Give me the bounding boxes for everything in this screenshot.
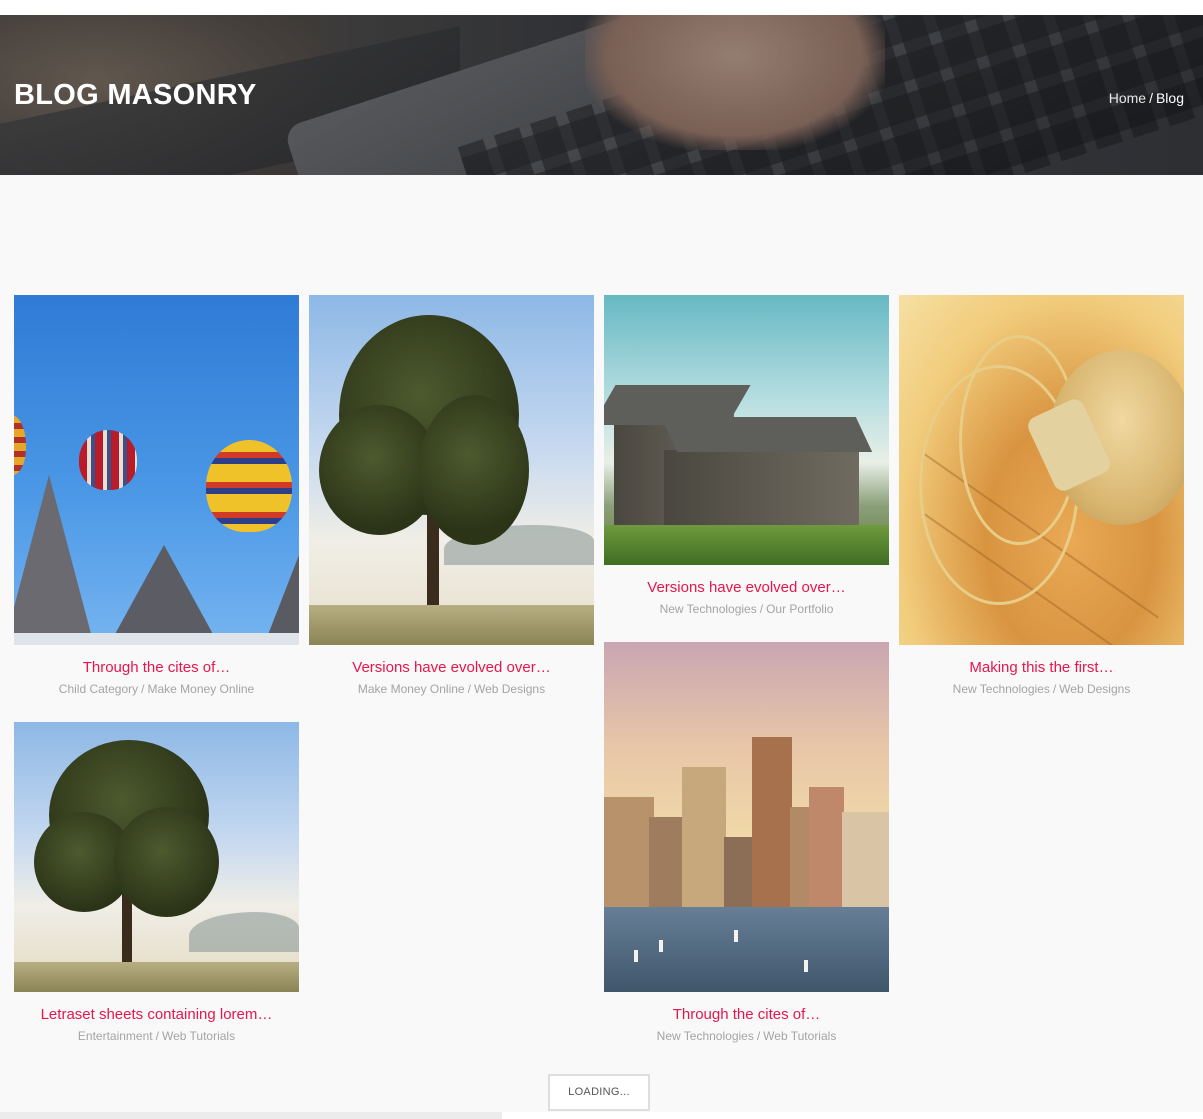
post-title-link[interactable]: Versions have evolved over… [309, 659, 594, 677]
category-separator: / [756, 1029, 761, 1043]
post-categories: Child Category / Make Money Online [14, 681, 299, 697]
post-title-link[interactable]: Letraset sheets containing lorem… [14, 1006, 299, 1024]
post-category-link[interactable]: New Technologies [660, 602, 757, 616]
post-category-link[interactable]: New Technologies [953, 682, 1050, 696]
breadcrumb: Home / Blog [1109, 90, 1184, 106]
post-category-link[interactable]: Web Tutorials [162, 1029, 235, 1043]
blog-post-card: Versions have evolved over… Make Money O… [309, 295, 594, 697]
footer-edge-left [0, 1112, 502, 1119]
post-category-link[interactable]: Web Tutorials [763, 1029, 836, 1043]
post-category-link[interactable]: Make Money Online [358, 682, 465, 696]
house-roof-shape [660, 417, 873, 452]
post-category-link[interactable]: Web Designs [474, 682, 545, 696]
sailboat-shape [634, 950, 638, 962]
category-separator: / [759, 602, 764, 616]
post-category-link[interactable]: Make Money Online [148, 682, 255, 696]
post-categories: Entertainment / Web Tutorials [14, 1028, 299, 1044]
sailboat-shape [804, 960, 808, 972]
footer-edge-right [502, 1112, 1203, 1119]
building-shape [809, 787, 844, 907]
rock-formation-shape [264, 555, 299, 645]
balloon-shape [14, 415, 26, 475]
field-ground-shape [309, 605, 594, 645]
post-title-link[interactable]: Through the cites of… [14, 659, 299, 677]
category-separator: / [1052, 682, 1057, 696]
load-more-button[interactable]: LOADING... [548, 1074, 650, 1111]
post-thumbnail-balloons[interactable] [14, 295, 299, 645]
post-thumbnail-tree[interactable] [309, 295, 594, 645]
post-thumbnail-headphones[interactable] [899, 295, 1184, 645]
post-category-link[interactable]: Our Portfolio [766, 602, 833, 616]
page-banner: BLOG MASONRY Home / Blog [0, 15, 1203, 175]
balloon-shape [206, 440, 292, 532]
post-thumbnail-tree[interactable] [14, 722, 299, 992]
blog-post-card: Through the cites of… New Technologies / W… [604, 642, 889, 1044]
grass-ground-shape [604, 525, 889, 565]
post-categories: New Technologies / Web Tutorials [604, 1028, 889, 1044]
post-category-link[interactable]: Entertainment [78, 1029, 153, 1043]
category-separator: / [467, 682, 471, 696]
post-categories: New Technologies / Web Designs [899, 681, 1184, 697]
post-category-link[interactable]: Web Designs [1059, 682, 1130, 696]
blog-post-card: Versions have evolved over… New Technolo… [604, 295, 889, 617]
building-shape [682, 767, 726, 907]
building-shape [604, 797, 654, 907]
post-category-link[interactable]: Child Category [59, 682, 138, 696]
building-shape [649, 817, 684, 907]
blog-post-card: Making this the first… New Technologies /… [899, 295, 1184, 697]
post-thumbnail-house[interactable] [604, 295, 889, 565]
blog-post-card: Through the cites of… Child Category / Mak… [14, 295, 299, 697]
category-separator: / [141, 682, 145, 696]
tree-canopy-shape [114, 807, 219, 917]
top-strip [0, 0, 1203, 15]
post-title-link[interactable]: Making this the first… [899, 659, 1184, 677]
snow-ground-shape [14, 633, 299, 645]
post-category-link[interactable]: New Technologies [657, 1029, 754, 1043]
building-shape [724, 837, 754, 907]
field-ground-shape [14, 962, 299, 992]
tree-canopy-shape [419, 395, 529, 545]
sailboat-shape [734, 930, 738, 942]
post-thumbnail-city[interactable] [604, 642, 889, 992]
breadcrumb-separator: / [1149, 90, 1153, 106]
rock-formation-shape [14, 475, 94, 645]
hills-shape [189, 912, 299, 952]
page-title: BLOG MASONRY [14, 79, 257, 111]
breadcrumb-home-link[interactable]: Home [1109, 90, 1146, 106]
breadcrumb-current: Blog [1155, 90, 1184, 106]
post-categories: Make Money Online / Web Designs [309, 681, 594, 697]
building-shape [752, 737, 792, 907]
post-title-link[interactable]: Versions have evolved over… [604, 579, 889, 597]
post-categories: New Technologies / Our Portfolio [604, 601, 889, 617]
post-title-link[interactable]: Through the cites of… [604, 1006, 889, 1024]
building-shape [842, 812, 889, 907]
blog-post-card: Letraset sheets containing lorem… Entert… [14, 722, 299, 1044]
sailboat-shape [659, 940, 663, 952]
rock-formation-shape [109, 545, 219, 645]
harbor-water-shape [604, 907, 889, 992]
category-separator: / [155, 1029, 159, 1043]
